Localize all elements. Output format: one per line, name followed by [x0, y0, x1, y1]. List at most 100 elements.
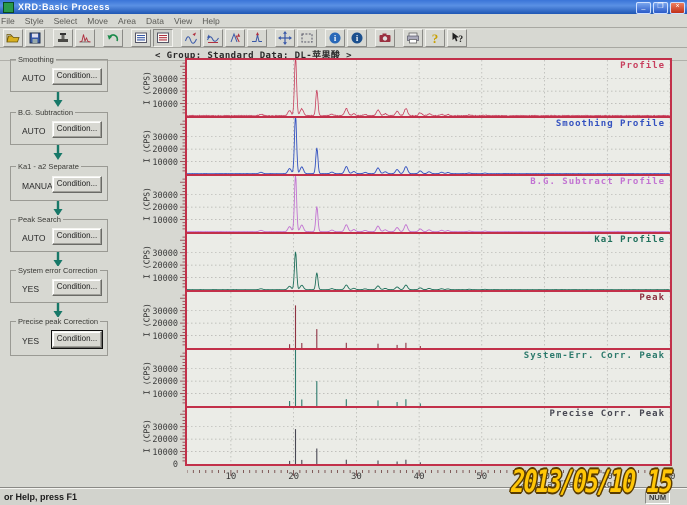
bg-subtract-tool-button[interactable] — [203, 29, 223, 47]
y-tick-label: 20000 — [132, 377, 178, 387]
panel-label-peak: Peak — [639, 293, 665, 303]
panel-plot-svg — [187, 60, 670, 116]
y-tick-label: 10000 — [132, 448, 178, 458]
layout-list-icon — [134, 31, 148, 45]
menu-item-area[interactable]: Area — [113, 16, 141, 26]
toolbar-separator — [396, 30, 402, 46]
info-view-button[interactable]: i — [347, 29, 367, 47]
xrd-basic-process-window: XRD:Basic Process _ ❐ × FileStyleSelectM… — [0, 0, 687, 505]
panel-ka1-profile: Ka1 Profile — [185, 232, 672, 292]
save-button[interactable] — [25, 29, 45, 47]
step-system-error-correction: System error CorrectionYESCondition... — [10, 270, 108, 303]
y-axis-ticks — [180, 408, 185, 464]
ka1-separate-tool-button[interactable] — [225, 29, 245, 47]
restore-button[interactable]: ❐ — [653, 2, 668, 14]
step-label: Smoothing — [16, 55, 56, 64]
svg-text:?: ? — [432, 31, 439, 45]
svg-text:?: ? — [458, 35, 463, 45]
open-icon — [6, 31, 20, 45]
profile-chart-button[interactable] — [75, 29, 95, 47]
x-tick-label: 50 — [467, 472, 497, 482]
open-button[interactable] — [3, 29, 23, 47]
menu-item-select[interactable]: Select — [49, 16, 83, 26]
help-icon: ? — [428, 31, 442, 45]
context-help-button[interactable]: ? — [447, 29, 467, 47]
step-mode-value: AUTO — [22, 73, 45, 83]
panel-label-b-g-subtract-profile: B.G. Subtract Profile — [530, 177, 665, 187]
menu-bar: FileStyleSelectMoveAreaDataViewHelp — [0, 14, 687, 28]
camera-date-stamp: 2013/05/10 15 — [511, 464, 673, 500]
close-button[interactable]: × — [670, 2, 685, 14]
peak-search-tool-icon — [250, 31, 264, 45]
y-axis-title: I (CPS) — [143, 419, 152, 453]
app-icon — [3, 2, 14, 13]
step-mode-value: AUTO — [22, 126, 45, 136]
y-tick-label: 30000 — [132, 423, 178, 433]
smooth-tool-icon — [184, 31, 198, 45]
select-area-button[interactable] — [297, 29, 317, 47]
y-tick-label: 30000 — [132, 249, 178, 259]
x-tick-label: 20 — [279, 472, 309, 482]
layout-list-active-button[interactable] — [153, 29, 173, 47]
y-axis-title: I (CPS) — [143, 129, 152, 163]
context-help-icon: ? — [450, 31, 464, 45]
condition-button-ka1-a2-separate[interactable]: Condition... — [52, 176, 102, 193]
y-axis-title: I (CPS) — [143, 71, 152, 105]
menu-item-view[interactable]: View — [169, 16, 197, 26]
y-axis-title: I (CPS) — [143, 187, 152, 221]
peak-search-tool-button[interactable] — [247, 29, 267, 47]
toolbar-separator — [368, 30, 374, 46]
y-tick-label: 20000 — [132, 319, 178, 329]
menu-item-data[interactable]: Data — [141, 16, 169, 26]
panel-plot-svg — [187, 292, 670, 348]
step-label: Precise peak Correction — [16, 317, 100, 326]
condition-button-peak-search[interactable]: Condition... — [52, 228, 102, 245]
move-button[interactable] — [275, 29, 295, 47]
step-label: B.G. Subtraction — [16, 108, 75, 117]
x-tick-label: 10 — [216, 472, 246, 482]
undo-button[interactable] — [103, 29, 123, 47]
bg-subtract-tool-icon — [206, 31, 220, 45]
toolbar-separator — [174, 30, 180, 46]
step-b-g-subtraction: B.G. SubtractionAUTOCondition... — [10, 112, 108, 145]
condition-button-system-error-correction[interactable]: Condition... — [52, 279, 102, 296]
y-axis-ticks — [180, 292, 185, 348]
toolbar-separator — [96, 30, 102, 46]
camera-button[interactable] — [375, 29, 395, 47]
y-tick-label: 30000 — [132, 75, 178, 85]
condition-button-b-g-subtraction[interactable]: Condition... — [52, 121, 102, 138]
camera-icon — [378, 31, 392, 45]
y-axis-ticks — [180, 234, 185, 290]
condition-button-smoothing[interactable]: Condition... — [52, 68, 102, 85]
info-data-button[interactable]: i — [325, 29, 345, 47]
menu-item-file[interactable]: File — [0, 16, 20, 26]
print-button[interactable] — [403, 29, 423, 47]
panel-label-ka1-profile: Ka1 Profile — [594, 235, 665, 245]
panel-label-profile: Profile — [620, 61, 665, 71]
y-axis-ticks — [180, 176, 185, 232]
step-mode-value: YES — [22, 336, 39, 346]
y-axis-title: I (CPS) — [143, 303, 152, 337]
toolbar-separator — [46, 30, 52, 46]
toolbar-separator — [318, 30, 324, 46]
minimize-button[interactable]: _ — [636, 2, 651, 14]
diffractometer-button[interactable] — [53, 29, 73, 47]
step-mode-value: YES — [22, 284, 39, 294]
y-tick-label: 20000 — [132, 87, 178, 97]
menu-item-move[interactable]: Move — [82, 16, 113, 26]
step-precise-peak-correction: Precise peak CorrectionYESCondition... — [10, 321, 108, 356]
step-label: Peak Search — [16, 215, 63, 224]
toolbar-separator — [124, 30, 130, 46]
menu-item-help[interactable]: Help — [197, 16, 224, 26]
layout-list-button[interactable] — [131, 29, 151, 47]
condition-button-precise-peak-correction[interactable]: Condition... — [52, 331, 102, 348]
help-button[interactable]: ? — [425, 29, 445, 47]
y-tick-label: 0 — [132, 460, 178, 470]
smooth-tool-button[interactable] — [181, 29, 201, 47]
y-axis-ticks — [180, 350, 185, 406]
x-tick-label: 30 — [341, 472, 371, 482]
panel-smoothing-profile: Smoothing Profile — [185, 116, 672, 176]
menu-item-style[interactable]: Style — [20, 16, 49, 26]
y-tick-label: 20000 — [132, 203, 178, 213]
y-tick-label: 20000 — [132, 145, 178, 155]
